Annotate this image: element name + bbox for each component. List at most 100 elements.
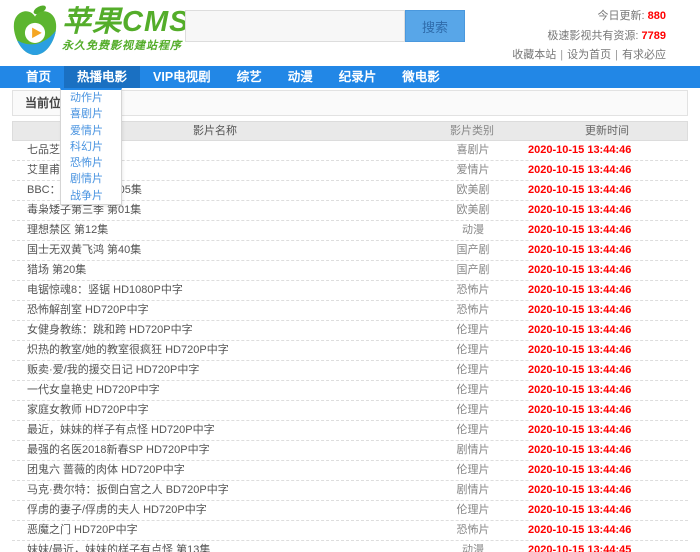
header-link[interactable]: 设为首页 (567, 49, 611, 61)
header-link[interactable]: 收藏本站 (512, 49, 556, 61)
movie-name-link[interactable]: 马克·费尔特：扳倒白宫之人 BD720P中字 (12, 481, 418, 500)
movie-category: 剧情片 (418, 441, 528, 460)
dropdown-item-恐怖片[interactable]: 恐怖片 (61, 155, 121, 171)
stat-total-value: 7789 (642, 30, 666, 42)
header-link[interactable]: 有求必应 (622, 49, 666, 61)
movie-update-time: 2020-10-15 13:44:46 (528, 381, 688, 400)
movie-update-time: 2020-10-15 13:44:45 (528, 541, 688, 552)
movie-category: 伦理片 (418, 421, 528, 440)
movie-category: 国产剧 (418, 241, 528, 260)
column-header-time: 更新时间 (527, 122, 687, 140)
table-row[interactable]: 最近，妹妹的样子有点怪 HD720P中字伦理片2020-10-15 13:44:… (12, 421, 688, 441)
movie-name-link[interactable]: 家庭女教师 HD720P中字 (12, 401, 418, 420)
movie-category: 伦理片 (418, 501, 528, 520)
table-row[interactable]: 女健身教练：跳和跨 HD720P中字伦理片2020-10-15 13:44:46 (12, 321, 688, 341)
nav-item-综艺[interactable]: 综艺 (224, 66, 275, 88)
nav-item-热播电影[interactable]: 热播电影 (64, 66, 140, 88)
movie-name-link[interactable]: 最强的名医2018新春SP HD720P中字 (12, 441, 418, 460)
table-row[interactable]: 理想禁区 第12集动漫2020-10-15 13:44:46 (12, 221, 688, 241)
nav-item-首页[interactable]: 首页 (13, 66, 64, 88)
movie-category: 恐怖片 (418, 301, 528, 320)
movie-name-link[interactable]: 团鬼六 蔷薇的肉体 HD720P中字 (12, 461, 418, 480)
movie-category: 动漫 (418, 221, 528, 240)
movie-name-link[interactable]: 贩卖·爱/我的援交日记 HD720P中字 (12, 361, 418, 380)
table-row[interactable]: 贩卖·爱/我的援交日记 HD720P中字伦理片2020-10-15 13:44:… (12, 361, 688, 381)
movie-category: 爱情片 (418, 161, 528, 180)
movie-update-time: 2020-10-15 13:44:46 (528, 181, 688, 200)
table-row[interactable]: 恐怖解剖室 HD720P中字恐怖片2020-10-15 13:44:46 (12, 301, 688, 321)
dropdown-item-喜剧片[interactable]: 喜剧片 (61, 106, 121, 122)
table-row[interactable]: 马克·费尔特：扳倒白宫之人 BD720P中字剧情片2020-10-15 13:4… (12, 481, 688, 501)
movie-update-time: 2020-10-15 13:44:46 (528, 441, 688, 460)
movie-update-time: 2020-10-15 13:44:46 (528, 141, 688, 160)
movie-update-time: 2020-10-15 13:44:46 (528, 301, 688, 320)
movie-name-link[interactable]: 电锯惊魂8：竖锯 HD1080P中字 (12, 281, 418, 300)
movie-name-link[interactable]: 最近，妹妹的样子有点怪 HD720P中字 (12, 421, 418, 440)
nav-item-微电影[interactable]: 微电影 (389, 66, 453, 88)
movie-category: 伦理片 (418, 361, 528, 380)
movie-update-time: 2020-10-15 13:44:46 (528, 521, 688, 540)
stat-today-value: 880 (648, 10, 666, 22)
movie-name-link[interactable]: 妹妹/最近，妹妹的样子有点怪 第13集 (12, 541, 418, 552)
search-bar: 搜索 (185, 10, 465, 42)
movie-update-time: 2020-10-15 13:44:46 (528, 261, 688, 280)
table-row[interactable]: 妹妹/最近，妹妹的样子有点怪 第13集动漫2020-10-15 13:44:45 (12, 541, 688, 552)
main-nav: 首页热播电影VIP电视剧综艺动漫纪录片微电影 (0, 66, 700, 88)
column-header-category: 影片类别 (417, 122, 527, 140)
movie-name-link[interactable]: 国士无双黄飞鸿 第40集 (12, 241, 418, 260)
table-row[interactable]: 团鬼六 蔷薇的肉体 HD720P中字伦理片2020-10-15 13:44:46 (12, 461, 688, 481)
movie-name-link[interactable]: 恐怖解剖室 HD720P中字 (12, 301, 418, 320)
dropdown-item-剧情片[interactable]: 剧情片 (61, 171, 121, 187)
movie-name-link[interactable]: 理想禁区 第12集 (12, 221, 418, 240)
dropdown-item-科幻片[interactable]: 科幻片 (61, 139, 121, 155)
table-row[interactable]: 家庭女教师 HD720P中字伦理片2020-10-15 13:44:46 (12, 401, 688, 421)
movie-name-link[interactable]: 猎场 第20集 (12, 261, 418, 280)
movie-name-link[interactable]: 女健身教练：跳和跨 HD720P中字 (12, 321, 418, 340)
movie-update-time: 2020-10-15 13:44:46 (528, 321, 688, 340)
nav-item-纪录片[interactable]: 纪录片 (326, 66, 390, 88)
movie-update-time: 2020-10-15 13:44:46 (528, 341, 688, 360)
apple-logo-icon (12, 4, 58, 56)
movie-update-time: 2020-10-15 13:44:46 (528, 241, 688, 260)
movie-update-time: 2020-10-15 13:44:46 (528, 281, 688, 300)
movie-category: 欧美剧 (418, 181, 528, 200)
dropdown-item-战争片[interactable]: 战争片 (61, 188, 121, 204)
dropdown-item-爱情片[interactable]: 爱情片 (61, 123, 121, 139)
movie-category: 剧情片 (418, 481, 528, 500)
site-header: 苹果CMS 永久免费影视建站程序 搜索 今日更新: 880 极速影视共有资源: … (0, 0, 700, 66)
stat-today-updates: 今日更新: 880 (512, 7, 666, 27)
table-row[interactable]: 猎场 第20集国产剧2020-10-15 13:44:46 (12, 261, 688, 281)
movie-category: 恐怖片 (418, 521, 528, 540)
logo-tagline: 永久免费影视建站程序 (62, 37, 189, 53)
dropdown-item-动作片[interactable]: 动作片 (61, 90, 121, 106)
search-input[interactable] (185, 10, 405, 42)
nav-item-动漫[interactable]: 动漫 (275, 66, 326, 88)
table-row[interactable]: 国士无双黄飞鸿 第40集国产剧2020-10-15 13:44:46 (12, 241, 688, 261)
header-links: 收藏本站|设为首页|有求必应 (512, 46, 666, 66)
movie-name-link[interactable]: 一代女皇艳史 HD720P中字 (12, 381, 418, 400)
table-row[interactable]: 最强的名医2018新春SP HD720P中字剧情片2020-10-15 13:4… (12, 441, 688, 461)
movie-category: 恐怖片 (418, 281, 528, 300)
logo-title: 苹果CMS (62, 7, 189, 37)
link-separator: | (560, 49, 563, 61)
movie-update-time: 2020-10-15 13:44:46 (528, 221, 688, 240)
movie-update-time: 2020-10-15 13:44:46 (528, 481, 688, 500)
table-row[interactable]: 俘虏的妻子/俘虏的夫人 HD720P中字伦理片2020-10-15 13:44:… (12, 501, 688, 521)
site-logo[interactable]: 苹果CMS 永久免费影视建站程序 (12, 4, 189, 56)
table-row[interactable]: 一代女皇艳史 HD720P中字伦理片2020-10-15 13:44:46 (12, 381, 688, 401)
movie-name-link[interactable]: 炽热的教室/她的教室很疯狂 HD720P中字 (12, 341, 418, 360)
search-button[interactable]: 搜索 (405, 10, 465, 42)
nav-item-VIP电视剧[interactable]: VIP电视剧 (140, 66, 224, 88)
table-row[interactable]: 炽热的教室/她的教室很疯狂 HD720P中字伦理片2020-10-15 13:4… (12, 341, 688, 361)
movie-name-link[interactable]: 恶魔之门 HD720P中字 (12, 521, 418, 540)
table-row[interactable]: 恶魔之门 HD720P中字恐怖片2020-10-15 13:44:46 (12, 521, 688, 541)
movie-update-time: 2020-10-15 13:44:46 (528, 161, 688, 180)
movie-category: 伦理片 (418, 461, 528, 480)
movie-category: 欧美剧 (418, 201, 528, 220)
table-row[interactable]: 电锯惊魂8：竖锯 HD1080P中字恐怖片2020-10-15 13:44:46 (12, 281, 688, 301)
movie-category: 伦理片 (418, 401, 528, 420)
movie-name-link[interactable]: 俘虏的妻子/俘虏的夫人 HD720P中字 (12, 501, 418, 520)
movie-category: 喜剧片 (418, 141, 528, 160)
movie-update-time: 2020-10-15 13:44:46 (528, 201, 688, 220)
movie-update-time: 2020-10-15 13:44:46 (528, 401, 688, 420)
